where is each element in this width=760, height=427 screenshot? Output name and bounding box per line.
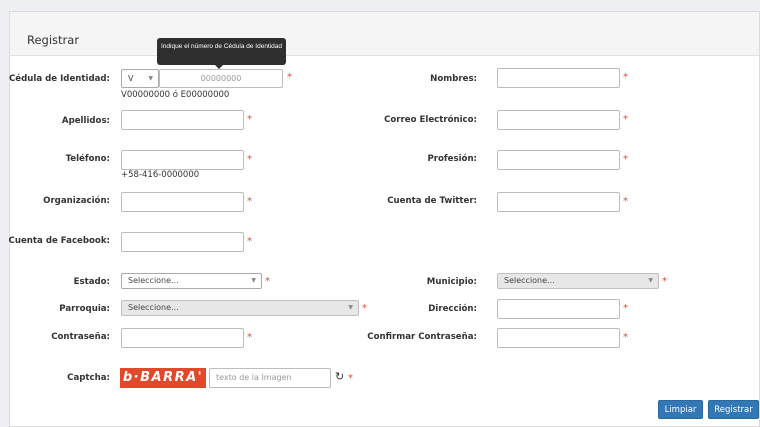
facebook-input[interactable]: [121, 232, 244, 252]
telefono-label: Teléfono:: [65, 154, 110, 164]
refresh-icon[interactable]: ↻: [335, 370, 344, 383]
organizacion-input[interactable]: [121, 192, 244, 212]
chevron-down-icon: ▼: [251, 277, 256, 284]
profesion-required-mark: *: [623, 154, 628, 165]
apellidos-input[interactable]: [121, 110, 244, 130]
captcha-image: b·BARRA': [120, 368, 206, 388]
captcha-placeholder: texto de la Imagen: [216, 373, 292, 382]
telefono-required-mark: *: [247, 154, 252, 165]
cedula-prefix-select[interactable]: V ▼: [121, 69, 159, 88]
direccion-input[interactable]: [497, 299, 620, 319]
contrasena-required-mark: *: [247, 332, 252, 343]
captcha-input[interactable]: texto de la Imagen: [209, 368, 331, 388]
facebook-required-mark: *: [247, 236, 252, 247]
cedula-label: Cédula de Identidad:: [8, 74, 110, 84]
nombres-required-mark: *: [623, 72, 628, 83]
limpiar-button[interactable]: Limpiar: [658, 400, 703, 419]
organizacion-label: Organización:: [43, 196, 110, 206]
panel-title: Registrar: [27, 33, 80, 47]
parroquia-select-value: Seleccione...: [128, 303, 179, 312]
correo-label: Correo Electrónico:: [384, 115, 477, 125]
chevron-down-icon: ▼: [148, 75, 153, 82]
facebook-label: Cuenta de Facebook:: [8, 236, 110, 246]
profesion-input[interactable]: [497, 150, 620, 170]
apellidos-required-mark: *: [247, 114, 252, 125]
twitter-required-mark: *: [623, 196, 628, 207]
panel-header: Registrar: [10, 12, 759, 56]
telefono-input[interactable]: [121, 150, 244, 170]
correo-input[interactable]: [497, 110, 620, 130]
estado-label: Estado:: [73, 277, 110, 287]
direccion-required-mark: *: [623, 303, 628, 314]
parroquia-select[interactable]: Seleccione... ▼: [121, 300, 359, 316]
municipio-select-value: Seleccione...: [504, 276, 555, 285]
contrasena-label: Contraseña:: [51, 332, 110, 342]
twitter-label: Cuenta de Twitter:: [387, 196, 477, 206]
captcha-label: Captcha:: [67, 373, 110, 383]
estado-required-mark: *: [265, 276, 270, 287]
registrar-button[interactable]: Registrar: [708, 400, 759, 419]
profesion-label: Profesión:: [427, 154, 477, 164]
organizacion-required-mark: *: [247, 196, 252, 207]
contrasena-input[interactable]: [121, 328, 244, 348]
correo-required-mark: *: [623, 114, 628, 125]
cedula-required-mark: *: [287, 72, 292, 83]
confirmar-input[interactable]: [497, 328, 620, 348]
confirmar-label: Confirmar Contraseña:: [367, 332, 477, 342]
telefono-helper: +58-416-0000000: [121, 170, 200, 180]
municipio-required-mark: *: [662, 276, 667, 287]
apellidos-label: Apellidos:: [61, 116, 110, 126]
estado-select[interactable]: Seleccione... ▼: [121, 273, 262, 289]
cedula-prefix-value: V: [128, 74, 134, 83]
cedula-helper: V00000000 ó E00000000: [121, 90, 230, 100]
estado-select-value: Seleccione...: [128, 276, 179, 285]
chevron-down-icon: ▼: [348, 304, 353, 311]
captcha-required-mark: *: [348, 373, 353, 384]
cedula-input[interactable]: 00000000: [159, 69, 283, 88]
parroquia-label: Parroquia:: [59, 304, 110, 314]
cedula-tooltip: Indique el número de Cédula de Identidad: [157, 38, 286, 69]
direccion-label: Dirección:: [428, 304, 477, 314]
cedula-placeholder: 00000000: [200, 74, 242, 83]
municipio-label: Municipio:: [426, 277, 477, 287]
nombres-input[interactable]: [497, 68, 620, 88]
twitter-input[interactable]: [497, 192, 620, 212]
chevron-down-icon: ▼: [648, 277, 653, 284]
confirmar-required-mark: *: [623, 332, 628, 343]
nombres-label: Nombres:: [430, 74, 477, 84]
municipio-select[interactable]: Seleccione... ▼: [497, 273, 659, 289]
